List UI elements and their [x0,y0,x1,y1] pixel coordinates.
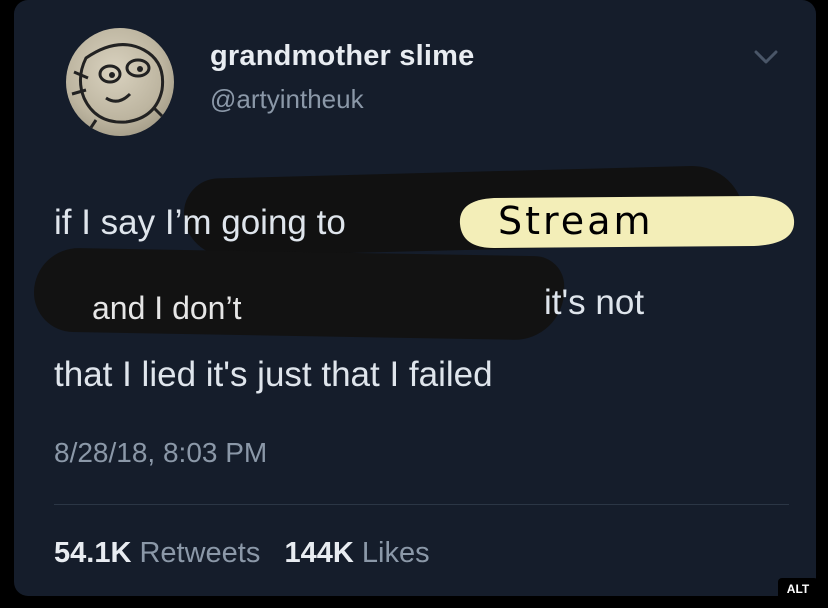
redaction-caption: and I don’t [92,290,242,326]
retweets-count: 54.1K [54,537,132,569]
divider [54,504,789,505]
likes-count: 144K [284,537,354,569]
stream-word: Stream [498,199,654,243]
chevron-down-icon[interactable] [752,46,780,68]
tweet-card: grandmother slime @artyintheuk if I say … [14,0,816,596]
stream-highlight: Stream [459,196,795,248]
cartoon-creature-avatar-icon [71,43,168,133]
retweets-label: Retweets [139,537,261,569]
engagement-stats: 54.1K Retweets 144K Likes [54,537,430,570]
tweet-text-line: it's not [544,283,645,322]
tweet-timestamp[interactable]: 8/28/18, 8:03 PM [54,437,267,469]
tweet-text-line: if I say I’m going to [54,203,346,242]
alt-text-badge[interactable]: ALT [778,578,818,600]
likes-label: Likes [361,537,430,569]
tweet-text-line: that I lied it's just that I failed [54,355,493,394]
avatar[interactable] [66,28,174,136]
retweets-stat[interactable]: 54.1K Retweets [54,537,260,569]
display-name[interactable]: grandmother slime [210,40,474,73]
likes-stat[interactable]: 144K Likes [285,537,430,569]
user-handle[interactable]: @artyintheuk [210,84,364,115]
